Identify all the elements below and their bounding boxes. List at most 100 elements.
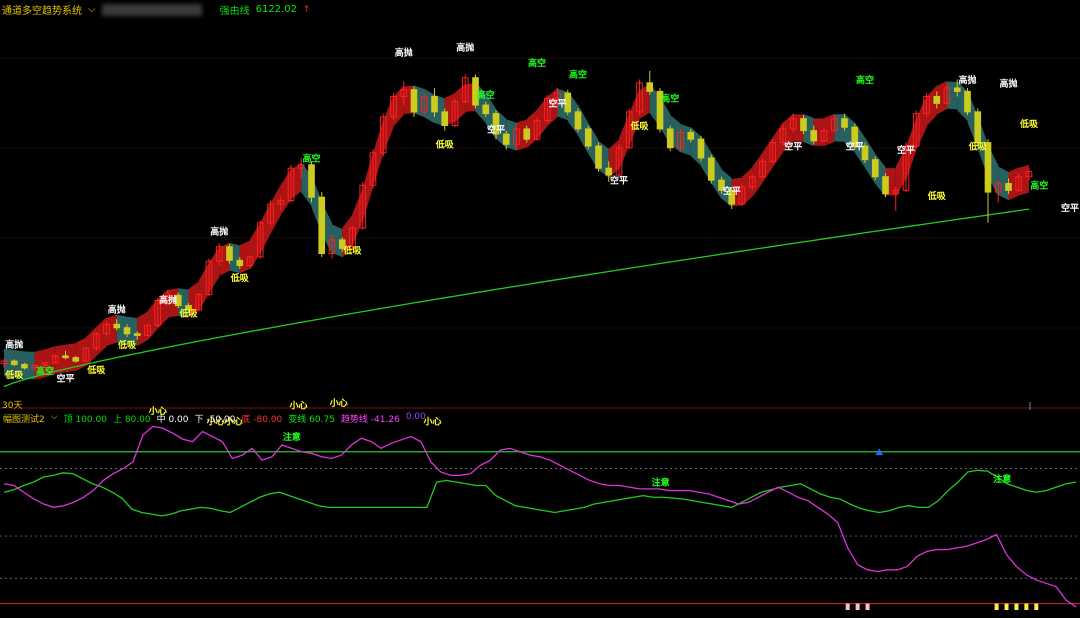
main-header: 通道多空趋势系统 ⌵ 强由线 6122.02 ↑ [2, 2, 311, 17]
osc-signal-label: 注意 [993, 473, 1011, 485]
price-signal-label: 低吸 [927, 190, 947, 202]
candle-body [687, 131, 695, 140]
trend-band-segment [373, 119, 384, 188]
legend-value: 80.00 [124, 415, 151, 425]
legend-value: -80.00 [253, 415, 283, 425]
price-signal-label: 高空 [569, 69, 587, 81]
legend-item: 变线 60.75 [288, 412, 335, 425]
price-signal-label: 高空 [1030, 180, 1048, 192]
candle-body [595, 145, 602, 169]
oscillator-title[interactable]: 幅图测试2 [3, 412, 45, 425]
trend-band-segment [250, 222, 261, 270]
trend-band-segment [209, 246, 220, 294]
trend-band-segment [916, 95, 927, 151]
trend-band-segment [96, 317, 107, 357]
osc-magenta-line [3, 425, 1077, 608]
up-arrow-icon: ↑ [302, 4, 311, 15]
candle-body [72, 357, 80, 362]
price-signal-label: 高抛 [999, 77, 1017, 89]
legend-value: 100.00 [75, 415, 107, 425]
indicator-label: 强由线 [219, 6, 250, 17]
candle-body [584, 128, 592, 147]
price-signal-label: 高抛 [159, 294, 177, 306]
price-signal-label: 空平 [610, 175, 628, 187]
legend-value: -50.00 [206, 415, 236, 425]
candle-body [62, 355, 69, 359]
candle-body [308, 164, 315, 198]
trend-band-segment [147, 298, 158, 341]
trend-band-segment [762, 137, 773, 183]
price-signal-label: 低吸 [342, 245, 362, 257]
candle-body [441, 111, 449, 127]
price-signal-label: 低吸 [117, 339, 137, 351]
candle-body [1005, 183, 1012, 191]
price-signal-label: 低吸 [4, 369, 24, 381]
osc-signal-label: 注意 [283, 431, 301, 443]
osc-signal-label: 注意 [652, 476, 670, 488]
candle-body [697, 138, 705, 159]
legend-label: 趋势线 [340, 415, 371, 425]
candle-body [574, 111, 582, 130]
trend-band-segment [198, 262, 209, 312]
price-signal-label: 低吸 [178, 308, 198, 320]
legend-item: 底 -80.00 [241, 412, 282, 425]
osc-signal-label: 小心 [288, 400, 307, 412]
legend-item: 上 80.00 [113, 412, 151, 425]
candle-body [974, 111, 982, 144]
price-signal-label: 空平 [784, 140, 802, 152]
osc-alert-bar [845, 603, 850, 610]
price-signal-label: 高空 [528, 57, 546, 69]
candle-body [841, 118, 848, 128]
price-chart[interactable]: 高抛低吸 高空空平低吸高抛低吸高抛低吸高抛低吸高空低吸高抛低吸高抛高空空平高空高空… [0, 0, 1080, 618]
trend-band-segment [106, 314, 117, 347]
candle-body [113, 323, 121, 329]
price-signal-label: 空平 [897, 144, 915, 156]
legend-item: 趋势线 -41.26 [341, 412, 400, 425]
candle-body [810, 130, 818, 142]
candle-body [953, 87, 961, 92]
trend-band-segment [383, 95, 394, 154]
legend-item: 下 -50.00 [195, 412, 236, 425]
legend-value: 60.75 [309, 415, 335, 425]
price-signal-label: 空平 [846, 140, 864, 152]
candle-body [933, 96, 941, 104]
candle-body [605, 167, 613, 176]
trend-band-segment [280, 169, 291, 216]
chevron-down-icon[interactable]: ⌵ [88, 4, 96, 15]
candle-body [10, 360, 18, 365]
chevron-down-icon[interactable]: ⌵ [51, 412, 58, 425]
osc-alert-bar [994, 603, 999, 610]
candle-body [800, 118, 807, 132]
legend-label: 顶 [63, 415, 76, 425]
price-signal-label: 高空 [302, 152, 320, 164]
oscillator-header: 幅图测试2 ⌵ 顶 100.00 上 80.00 中 0.00 下 -50.00 底 -… [3, 412, 426, 425]
price-signal-label: 高空 [661, 93, 679, 105]
price-signal-label: 低吸 [230, 272, 250, 284]
period-label: 30天 [2, 401, 23, 411]
candle-body [964, 90, 971, 113]
legend-value: 0.00 [168, 415, 189, 425]
candle-body [431, 96, 438, 113]
price-signal-label: 高抛 [5, 338, 23, 350]
candle-body [882, 176, 889, 195]
price-signal-label: 低吸 [435, 139, 455, 151]
trend-band-segment [270, 184, 281, 235]
price-signal-label: 高抛 [958, 74, 976, 86]
trend-band-segment [537, 96, 548, 140]
legend-label: 上 [112, 415, 125, 425]
price-signal-label: 空平 [487, 123, 505, 135]
trend-band-segment [752, 152, 763, 198]
candle-body [707, 157, 715, 181]
candle-body [226, 246, 233, 261]
trend-band-segment [680, 124, 691, 156]
osc-alert-bar [865, 603, 870, 610]
legend-label: 中 [156, 415, 169, 425]
osc-green-line [3, 469, 1077, 517]
osc-signal-label: 小心 [329, 397, 348, 409]
price-signal-label: 高抛 [395, 47, 413, 59]
system-title[interactable]: 通道多空趋势系统 [2, 2, 82, 17]
price-signal-label: 高抛 [456, 41, 474, 53]
price-signal-label: 高抛 [108, 303, 126, 315]
candle-body [123, 327, 131, 335]
legend-value: -41.26 [370, 415, 400, 425]
